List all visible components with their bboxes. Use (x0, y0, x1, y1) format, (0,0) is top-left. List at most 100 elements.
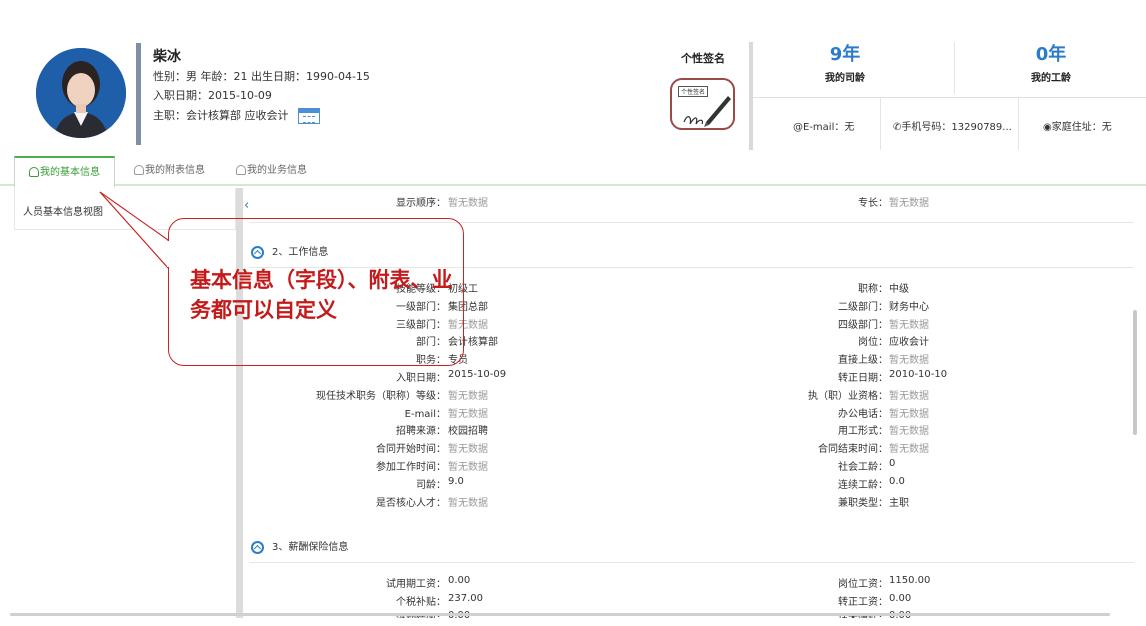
field-label: 转正工资： (838, 596, 888, 608)
employee-position-line: 主职：会计核算部 应收会计 (153, 107, 320, 124)
signature-label: 个性签名 (681, 52, 725, 65)
field-row: 现任技术职务（职称）等级： 暂无数据 执（职）业资格： 暂无数据 (243, 387, 1138, 402)
employee-basic-line: 性别：男 年龄：21 出生日期：1990-04-15 (153, 70, 370, 83)
field-label: 试用期工资： (386, 579, 446, 590)
field-row: 试用期工资： 0.00 岗位工资： 1150.00 (243, 575, 1138, 590)
field-value: 暂无数据 (448, 444, 488, 456)
field-value: 0.0 (889, 475, 905, 487)
contact-separator (1018, 98, 1019, 150)
field-label: 社会工龄： (838, 462, 888, 473)
field-label: 司龄： (416, 479, 446, 491)
profile-divider (136, 43, 141, 145)
field-label: 显示顺序： (396, 198, 446, 209)
stat-separator (954, 42, 955, 94)
sidebar-item-basic-view[interactable]: 人员基本信息视图 (23, 203, 103, 218)
field-value: 0 (889, 458, 896, 469)
signature-button[interactable]: 个性签名 (670, 78, 735, 130)
employee-hire-date: 入职日期：2015-10-09 (153, 89, 272, 102)
field-value: 暂无数据 (889, 390, 929, 402)
user-icon (29, 167, 39, 177)
company-age-value: 9年 (829, 44, 861, 65)
field-value: 暂无数据 (448, 462, 488, 473)
field-row: E-mail： 暂无数据 办公电话： 暂无数据 (243, 405, 1138, 420)
field-value: 暂无数据 (448, 198, 488, 209)
field-value: 校园招聘 (448, 426, 488, 438)
field-label: 现任技术职务（职称）等级： (316, 390, 446, 402)
field-value: 暂无数据 (889, 198, 929, 209)
field-value: 暂无数据 (448, 408, 488, 420)
field-row: 参加工作时间： 暂无数据 社会工龄： 0 (243, 458, 1138, 473)
tab-attachment-info[interactable]: 我的附表信息 (130, 156, 209, 186)
field-value: 应收会计 (889, 337, 929, 349)
field-value: 财务中心 (889, 301, 929, 313)
field-label: 专长： (858, 198, 888, 209)
work-age-value: 0年 (1035, 44, 1067, 65)
field-label: 入职日期： (396, 373, 446, 384)
email-info: @E-mail：无 (793, 122, 855, 133)
field-value: 0.00 (889, 592, 912, 604)
field-label: 兼职类型： (838, 497, 888, 509)
field-value: 暂无数据 (889, 408, 929, 420)
work-age-label: 我的工龄 (1031, 73, 1071, 84)
field-label: 参加工作时间： (376, 462, 446, 473)
tab-bar: 我的基本信息 我的附表信息 我的业务信息 (0, 156, 1146, 188)
field-value: 9.0 (448, 475, 464, 487)
field-row: 合同开始时间： 暂无数据 合同结束时间： 暂无数据 (243, 440, 1138, 456)
field-label: 是否核心人才： (376, 497, 446, 509)
field-label: 二级部门： (838, 301, 888, 313)
field-value: 237.00 (448, 592, 483, 604)
field-label: E-mail： (404, 408, 446, 420)
field-value: 暂无数据 (448, 390, 488, 402)
profile-header: 柴冰 性别：男 年龄：21 出生日期：1990-04-15 入职日期：2015-… (0, 40, 1146, 150)
field-row: 个税补贴： 237.00 转正工资： 0.00 (243, 592, 1138, 608)
section-salary-info[interactable]: 3、薪酬保险信息 (251, 538, 348, 554)
calendar-icon[interactable] (298, 108, 320, 124)
pen-icon (683, 96, 731, 127)
field-label: 转正日期： (838, 373, 888, 384)
header-separator (749, 42, 753, 150)
field-row: 司龄： 9.0 连续工龄： 0.0 (243, 475, 1138, 491)
employee-name: 柴冰 (153, 49, 181, 65)
field-value: 1150.00 (889, 575, 931, 586)
field-label: 直接上级： (838, 355, 888, 367)
field-row: 入职日期： 2015-10-09 转正日期： 2010-10-10 (243, 369, 1138, 384)
field-label: 岗位： (858, 337, 888, 349)
company-age-label: 我的司龄 (825, 73, 865, 84)
field-label: 岗位工资： (838, 579, 888, 590)
field-value: 暂无数据 (448, 497, 488, 509)
field-value: 2010-10-10 (889, 369, 948, 380)
field-label: 合同结束时间： (818, 444, 888, 456)
tab-basic-info[interactable]: 我的基本信息 (14, 156, 115, 188)
user-icon (236, 165, 246, 175)
phone-info: ✆手机号码：13290789... (893, 122, 1012, 133)
field-value: 暂无数据 (889, 426, 929, 438)
employee-position: 主职：会计核算部 应收会计 (153, 109, 289, 122)
field-row: 是否核心人才： 暂无数据 兼职类型： 主职 (243, 494, 1138, 509)
field-value: 中级 (889, 284, 909, 295)
field-label: 用工形式： (838, 426, 888, 438)
callout-text: 基本信息（字段）、附表、业务都可以自定义 (190, 268, 453, 322)
field-value: 主职 (889, 497, 909, 509)
field-label: 招聘来源： (396, 426, 446, 438)
work-age-stat: 0年 我的工龄 (1001, 40, 1101, 84)
horizontal-scrollbar[interactable] (10, 613, 1110, 616)
tab-business-info[interactable]: 我的业务信息 (232, 156, 311, 186)
stats-divider (753, 97, 1146, 98)
display-order-row: 显示顺序： 暂无数据 专长： 暂无数据 (243, 194, 1138, 209)
contact-separator (880, 98, 881, 150)
field-label: 连续工龄： (838, 479, 888, 491)
field-label: 个税补贴： (396, 596, 446, 608)
field-value: 暂无数据 (889, 355, 929, 367)
field-value: 暂无数据 (889, 319, 929, 331)
vertical-scrollbar[interactable] (1133, 310, 1137, 435)
address-info: ◉家庭住址：无 (1043, 122, 1112, 133)
field-value: 暂无数据 (889, 444, 929, 456)
field-label: 执（职）业资格： (808, 390, 888, 402)
field-row: 招聘来源： 校园招聘 用工形式： 暂无数据 (243, 422, 1138, 438)
field-label: 办公电话： (838, 408, 888, 420)
field-label: 合同开始时间： (376, 444, 446, 456)
section-divider (249, 562, 1134, 563)
avatar (36, 48, 126, 138)
collapse-icon[interactable] (251, 540, 264, 554)
field-label: 职称： (858, 284, 888, 295)
